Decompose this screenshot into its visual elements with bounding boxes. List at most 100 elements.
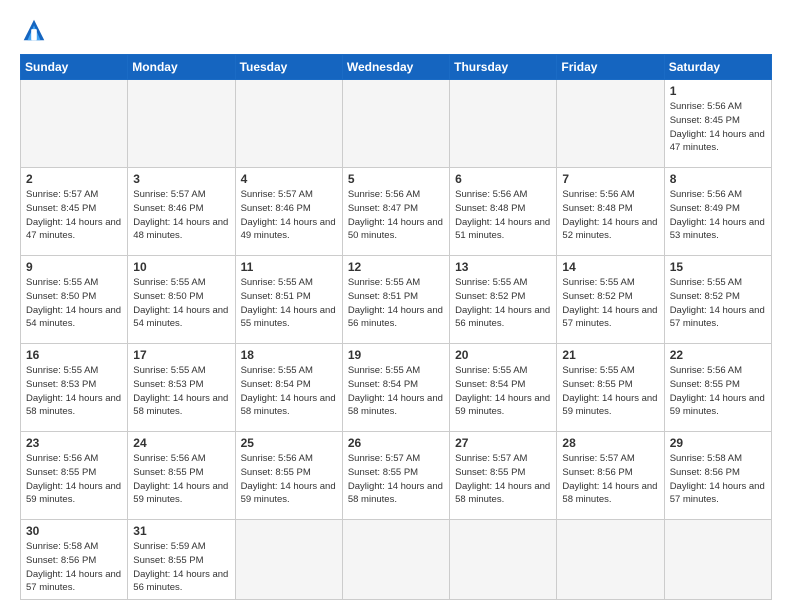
calendar-day-cell: 7 Sunrise: 5:56 AMSunset: 8:48 PMDayligh…: [557, 168, 664, 256]
day-number: 26: [348, 436, 444, 450]
calendar-week-row: 23 Sunrise: 5:56 AMSunset: 8:55 PMDaylig…: [21, 432, 772, 520]
day-info: Sunrise: 5:56 AMSunset: 8:55 PMDaylight:…: [241, 452, 337, 507]
day-number: 2: [26, 172, 122, 186]
calendar-day-cell: [342, 80, 449, 168]
logo: [20, 16, 52, 44]
calendar-week-row: 30 Sunrise: 5:58 AMSunset: 8:56 PMDaylig…: [21, 520, 772, 600]
calendar-day-cell: 25 Sunrise: 5:56 AMSunset: 8:55 PMDaylig…: [235, 432, 342, 520]
day-number: 16: [26, 348, 122, 362]
day-number: 9: [26, 260, 122, 274]
calendar-header-cell: Saturday: [664, 55, 771, 80]
calendar-day-cell: 13 Sunrise: 5:55 AMSunset: 8:52 PMDaylig…: [450, 256, 557, 344]
calendar-day-cell: [450, 520, 557, 600]
calendar-header-cell: Monday: [128, 55, 235, 80]
day-info: Sunrise: 5:56 AMSunset: 8:48 PMDaylight:…: [562, 188, 658, 243]
day-info: Sunrise: 5:56 AMSunset: 8:45 PMDaylight:…: [670, 100, 766, 155]
day-info: Sunrise: 5:56 AMSunset: 8:55 PMDaylight:…: [670, 364, 766, 419]
day-number: 12: [348, 260, 444, 274]
calendar-day-cell: [450, 80, 557, 168]
calendar-day-cell: 11 Sunrise: 5:55 AMSunset: 8:51 PMDaylig…: [235, 256, 342, 344]
day-number: 13: [455, 260, 551, 274]
calendar-day-cell: 1 Sunrise: 5:56 AMSunset: 8:45 PMDayligh…: [664, 80, 771, 168]
calendar-header-cell: Thursday: [450, 55, 557, 80]
day-number: 30: [26, 524, 122, 538]
day-info: Sunrise: 5:55 AMSunset: 8:50 PMDaylight:…: [26, 276, 122, 331]
day-number: 10: [133, 260, 229, 274]
day-info: Sunrise: 5:56 AMSunset: 8:49 PMDaylight:…: [670, 188, 766, 243]
calendar-day-cell: 9 Sunrise: 5:55 AMSunset: 8:50 PMDayligh…: [21, 256, 128, 344]
day-info: Sunrise: 5:57 AMSunset: 8:56 PMDaylight:…: [562, 452, 658, 507]
day-number: 21: [562, 348, 658, 362]
day-number: 27: [455, 436, 551, 450]
page: SundayMondayTuesdayWednesdayThursdayFrid…: [0, 0, 792, 612]
day-number: 3: [133, 172, 229, 186]
day-number: 14: [562, 260, 658, 274]
day-info: Sunrise: 5:58 AMSunset: 8:56 PMDaylight:…: [26, 540, 122, 595]
calendar-day-cell: 3 Sunrise: 5:57 AMSunset: 8:46 PMDayligh…: [128, 168, 235, 256]
calendar-day-cell: 2 Sunrise: 5:57 AMSunset: 8:45 PMDayligh…: [21, 168, 128, 256]
day-number: 20: [455, 348, 551, 362]
day-info: Sunrise: 5:55 AMSunset: 8:54 PMDaylight:…: [455, 364, 551, 419]
calendar-day-cell: 31 Sunrise: 5:59 AMSunset: 8:55 PMDaylig…: [128, 520, 235, 600]
day-number: 15: [670, 260, 766, 274]
day-info: Sunrise: 5:58 AMSunset: 8:56 PMDaylight:…: [670, 452, 766, 507]
day-info: Sunrise: 5:56 AMSunset: 8:55 PMDaylight:…: [26, 452, 122, 507]
calendar-day-cell: 14 Sunrise: 5:55 AMSunset: 8:52 PMDaylig…: [557, 256, 664, 344]
calendar-day-cell: [21, 80, 128, 168]
calendar-day-cell: 6 Sunrise: 5:56 AMSunset: 8:48 PMDayligh…: [450, 168, 557, 256]
calendar-day-cell: [664, 520, 771, 600]
calendar-week-row: 1 Sunrise: 5:56 AMSunset: 8:45 PMDayligh…: [21, 80, 772, 168]
day-number: 6: [455, 172, 551, 186]
day-info: Sunrise: 5:55 AMSunset: 8:52 PMDaylight:…: [455, 276, 551, 331]
calendar-header-row: SundayMondayTuesdayWednesdayThursdayFrid…: [21, 55, 772, 80]
calendar-header-cell: Friday: [557, 55, 664, 80]
calendar-table: SundayMondayTuesdayWednesdayThursdayFrid…: [20, 54, 772, 600]
calendar-week-row: 9 Sunrise: 5:55 AMSunset: 8:50 PMDayligh…: [21, 256, 772, 344]
calendar-day-cell: 22 Sunrise: 5:56 AMSunset: 8:55 PMDaylig…: [664, 344, 771, 432]
calendar-header-cell: Wednesday: [342, 55, 449, 80]
day-info: Sunrise: 5:55 AMSunset: 8:51 PMDaylight:…: [241, 276, 337, 331]
day-info: Sunrise: 5:57 AMSunset: 8:45 PMDaylight:…: [26, 188, 122, 243]
calendar-day-cell: 23 Sunrise: 5:56 AMSunset: 8:55 PMDaylig…: [21, 432, 128, 520]
calendar-day-cell: [235, 80, 342, 168]
day-number: 1: [670, 84, 766, 98]
calendar-week-row: 2 Sunrise: 5:57 AMSunset: 8:45 PMDayligh…: [21, 168, 772, 256]
calendar-day-cell: 8 Sunrise: 5:56 AMSunset: 8:49 PMDayligh…: [664, 168, 771, 256]
calendar-day-cell: [557, 80, 664, 168]
calendar-day-cell: 10 Sunrise: 5:55 AMSunset: 8:50 PMDaylig…: [128, 256, 235, 344]
day-info: Sunrise: 5:56 AMSunset: 8:47 PMDaylight:…: [348, 188, 444, 243]
day-info: Sunrise: 5:57 AMSunset: 8:55 PMDaylight:…: [348, 452, 444, 507]
calendar-day-cell: 17 Sunrise: 5:55 AMSunset: 8:53 PMDaylig…: [128, 344, 235, 432]
calendar-day-cell: 19 Sunrise: 5:55 AMSunset: 8:54 PMDaylig…: [342, 344, 449, 432]
day-info: Sunrise: 5:55 AMSunset: 8:54 PMDaylight:…: [241, 364, 337, 419]
day-number: 4: [241, 172, 337, 186]
calendar-day-cell: 30 Sunrise: 5:58 AMSunset: 8:56 PMDaylig…: [21, 520, 128, 600]
header: [20, 16, 772, 44]
day-info: Sunrise: 5:57 AMSunset: 8:46 PMDaylight:…: [241, 188, 337, 243]
day-info: Sunrise: 5:56 AMSunset: 8:48 PMDaylight:…: [455, 188, 551, 243]
day-number: 11: [241, 260, 337, 274]
logo-icon: [20, 16, 48, 44]
calendar-day-cell: 26 Sunrise: 5:57 AMSunset: 8:55 PMDaylig…: [342, 432, 449, 520]
day-info: Sunrise: 5:57 AMSunset: 8:55 PMDaylight:…: [455, 452, 551, 507]
calendar-day-cell: 15 Sunrise: 5:55 AMSunset: 8:52 PMDaylig…: [664, 256, 771, 344]
day-info: Sunrise: 5:55 AMSunset: 8:53 PMDaylight:…: [26, 364, 122, 419]
calendar-day-cell: 5 Sunrise: 5:56 AMSunset: 8:47 PMDayligh…: [342, 168, 449, 256]
day-number: 17: [133, 348, 229, 362]
day-number: 29: [670, 436, 766, 450]
day-number: 7: [562, 172, 658, 186]
calendar-day-cell: 20 Sunrise: 5:55 AMSunset: 8:54 PMDaylig…: [450, 344, 557, 432]
day-number: 23: [26, 436, 122, 450]
day-number: 28: [562, 436, 658, 450]
calendar-day-cell: 18 Sunrise: 5:55 AMSunset: 8:54 PMDaylig…: [235, 344, 342, 432]
calendar-day-cell: [235, 520, 342, 600]
day-number: 25: [241, 436, 337, 450]
calendar-day-cell: 27 Sunrise: 5:57 AMSunset: 8:55 PMDaylig…: [450, 432, 557, 520]
calendar-day-cell: 16 Sunrise: 5:55 AMSunset: 8:53 PMDaylig…: [21, 344, 128, 432]
calendar-week-row: 16 Sunrise: 5:55 AMSunset: 8:53 PMDaylig…: [21, 344, 772, 432]
day-number: 19: [348, 348, 444, 362]
day-info: Sunrise: 5:55 AMSunset: 8:51 PMDaylight:…: [348, 276, 444, 331]
calendar-day-cell: 29 Sunrise: 5:58 AMSunset: 8:56 PMDaylig…: [664, 432, 771, 520]
calendar-header-cell: Sunday: [21, 55, 128, 80]
day-info: Sunrise: 5:57 AMSunset: 8:46 PMDaylight:…: [133, 188, 229, 243]
